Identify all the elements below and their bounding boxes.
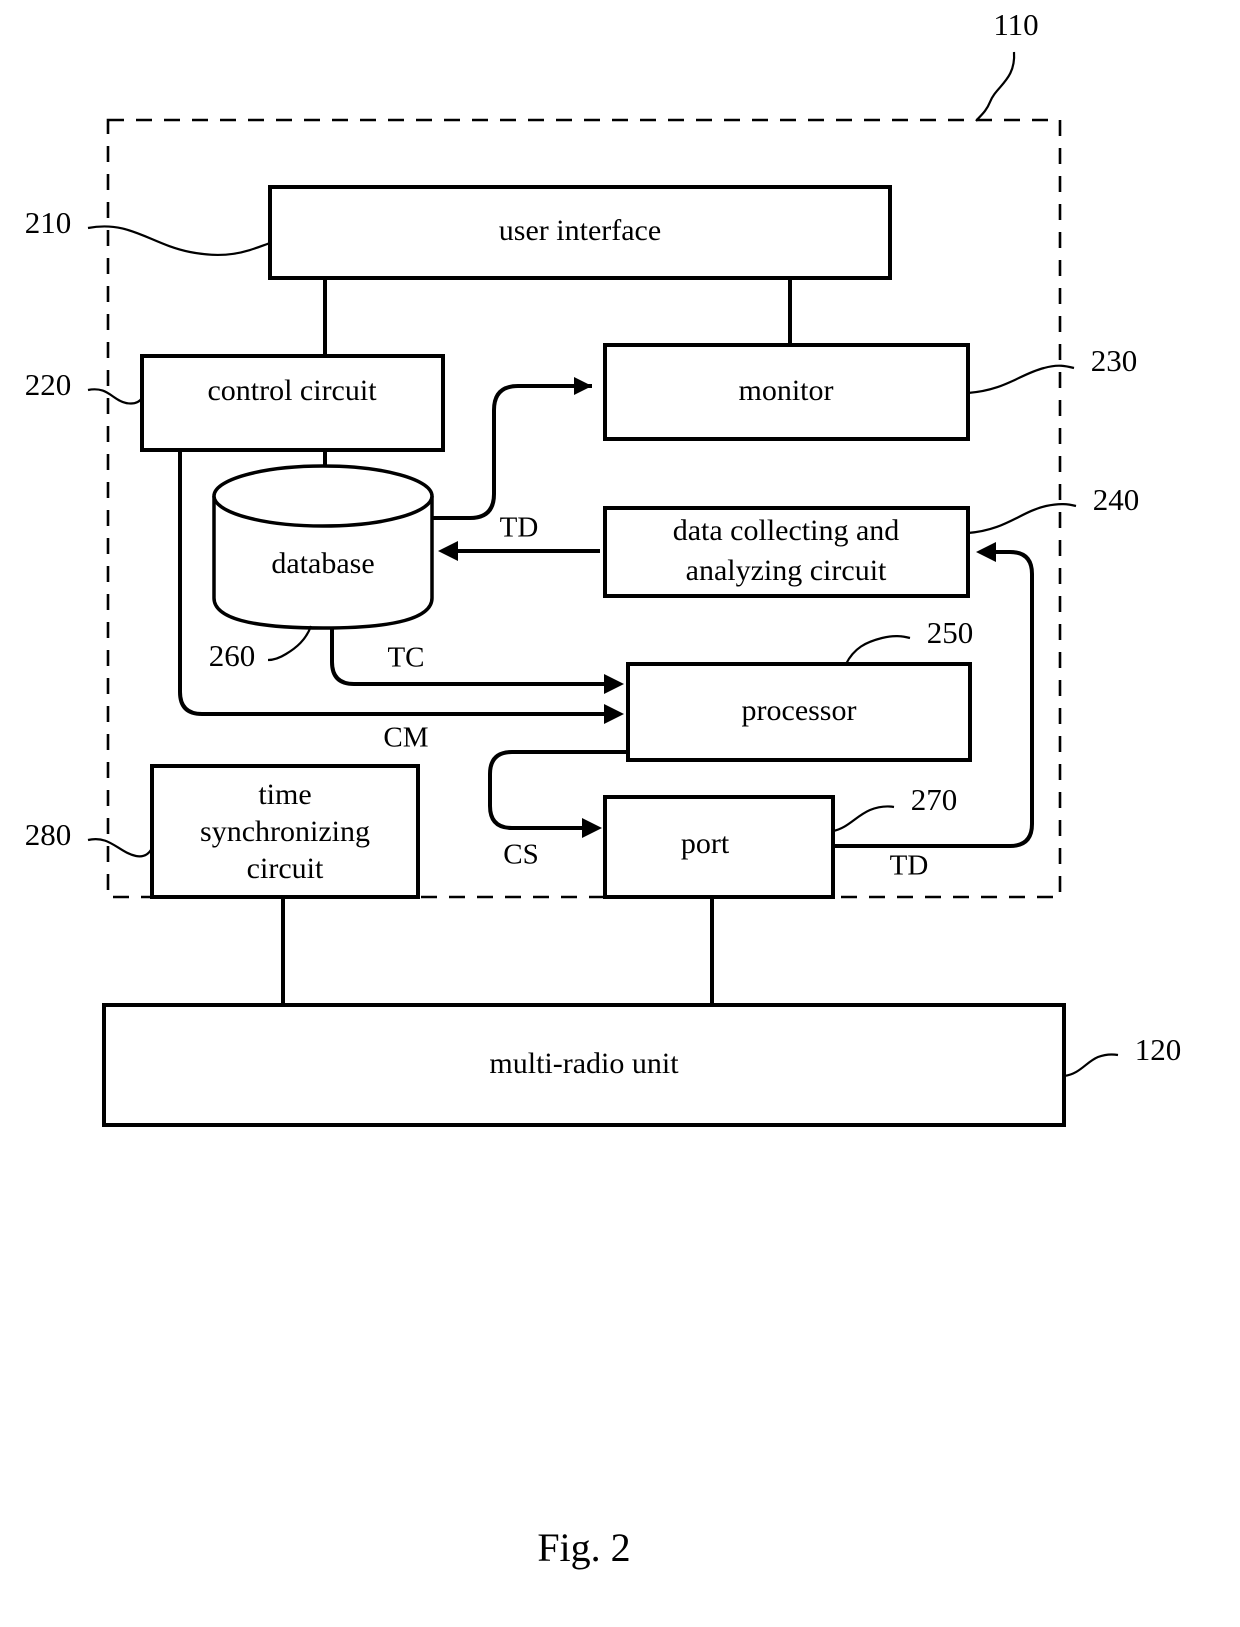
node-multi-radio-unit[interactable]: multi-radio unit	[102, 1003, 1066, 1127]
arrowhead-database-to-monitor	[574, 377, 592, 395]
arrowhead-dca-to-database	[438, 541, 458, 561]
signal-label-cs: CS	[503, 839, 538, 871]
node-dca-label-line1: data collecting and	[673, 514, 900, 547]
node-timesync-label-line3: circuit	[247, 852, 324, 885]
node-monitor[interactable]: monitor	[603, 343, 970, 441]
node-processor-label: processor	[742, 694, 857, 727]
node-data-collecting-analyzing-circuit[interactable]: data collecting and analyzing circuit	[603, 506, 970, 598]
ref-numeral-220: 220	[25, 367, 72, 402]
block-diagram-canvas: user interface control circuit monitor d…	[25, 7, 1182, 1570]
node-user-interface-label: user interface	[499, 214, 661, 247]
node-database-label: database	[271, 547, 374, 580]
ref-numeral-240: 240	[1093, 482, 1140, 517]
ref-numeral-250: 250	[927, 615, 974, 650]
leader-210	[87, 225, 271, 257]
signal-label-td-port: TD	[890, 850, 929, 882]
ref-numeral-120: 120	[1135, 1032, 1182, 1067]
arrowhead-tc-to-processor	[604, 674, 624, 694]
node-timesync-label-line1: time	[258, 778, 311, 811]
signal-label-tc: TC	[387, 642, 424, 674]
ref-numeral-270: 270	[911, 782, 958, 817]
node-database[interactable]: database	[212, 464, 434, 630]
arrowhead-td-to-dca	[976, 542, 996, 562]
node-timesync-label-line2: synchronizing	[200, 815, 370, 848]
arrowhead-cm-to-processor	[604, 704, 624, 724]
node-port-label: port	[681, 827, 730, 860]
leader-220	[87, 388, 143, 405]
leader-120	[1063, 1053, 1119, 1078]
ref-numeral-210: 210	[25, 205, 72, 240]
node-port[interactable]: port	[603, 795, 835, 899]
node-multi-radio-unit-label: multi-radio unit	[489, 1047, 679, 1080]
node-monitor-label: monitor	[739, 374, 834, 407]
arrowhead-cs-to-port	[582, 818, 602, 838]
ref-numeral-260: 260	[209, 638, 256, 673]
leader-110	[975, 51, 1016, 122]
leader-270	[832, 805, 895, 833]
node-processor[interactable]: processor	[626, 662, 972, 762]
node-time-synchronizing-circuit[interactable]: time synchronizing circuit	[150, 764, 420, 899]
leader-250	[845, 635, 911, 665]
patent-figure: user interface control circuit monitor d…	[0, 0, 1240, 1627]
node-control-circuit[interactable]: control circuit	[140, 354, 445, 452]
signal-label-td-database: TD	[500, 512, 539, 544]
connector-database-to-monitor	[432, 384, 592, 520]
node-dca-label-line2: analyzing circuit	[686, 554, 887, 587]
leader-260	[267, 625, 313, 662]
signal-label-cm: CM	[383, 722, 428, 754]
leader-230	[967, 364, 1075, 395]
leader-280	[87, 837, 153, 858]
node-user-interface[interactable]: user interface	[268, 185, 892, 280]
ref-numeral-280: 280	[25, 817, 72, 852]
ref-numeral-230: 230	[1091, 343, 1138, 378]
node-control-circuit-label: control circuit	[207, 374, 377, 407]
figure-caption: Fig. 2	[537, 1525, 630, 1570]
ref-numeral-110: 110	[993, 7, 1038, 42]
